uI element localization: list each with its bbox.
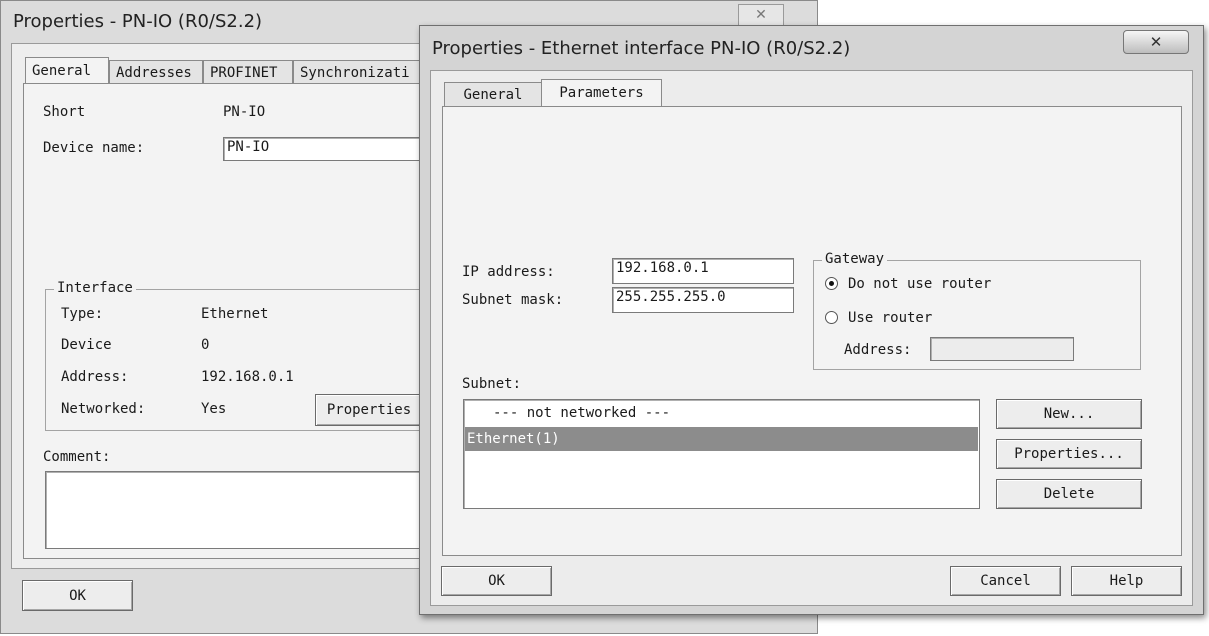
interface-legend: Interface <box>54 280 136 296</box>
subnet-item-not-networked[interactable]: --- not networked --- <box>465 401 978 425</box>
subnet-item-ethernet-1-label: Ethernet(1) <box>467 431 560 447</box>
use-router-radio[interactable] <box>825 311 838 324</box>
back-tab-profinet-label: PROFINET <box>210 64 278 81</box>
front-tab-general[interactable]: General <box>444 82 542 106</box>
radio-selected-dot <box>829 281 834 286</box>
device-name-field[interactable]: PN-IO <box>223 137 423 161</box>
help-button[interactable]: Help <box>1071 566 1182 596</box>
back-tab-addresses-label: Addresses <box>116 64 192 81</box>
front-tab-parameters[interactable]: Parameters <box>541 79 662 106</box>
ip-address-field[interactable]: 192.168.0.1 <box>612 258 794 284</box>
delete-subnet-button[interactable]: Delete <box>996 479 1142 509</box>
back-tab-addresses[interactable]: Addresses <box>109 60 203 84</box>
do-not-use-router-label[interactable]: Do not use router <box>848 276 991 292</box>
short-value: PN-IO <box>223 104 266 120</box>
subnet-label: Subnet: <box>462 376 522 392</box>
subnet-list[interactable]: --- not networked --- Ethernet(1) <box>463 399 980 509</box>
back-ok-button[interactable]: OK <box>22 580 133 611</box>
subnet-item-not-networked-label: --- not networked --- <box>493 405 671 421</box>
back-tab-profinet[interactable]: PROFINET <box>203 60 293 84</box>
back-tab-synchronization[interactable]: Synchronizati <box>293 60 423 84</box>
router-address-label: Address: <box>844 342 912 358</box>
short-label: Short <box>43 104 86 120</box>
front-window-close-icon[interactable]: ✕ <box>1123 30 1189 54</box>
front-tab-general-label: General <box>463 86 523 103</box>
subnet-properties-button[interactable]: Properties... <box>996 439 1142 469</box>
subnet-mask-field[interactable]: 255.255.255.0 <box>612 287 794 313</box>
ethernet-interface-properties-window: Properties - Ethernet interface PN-IO (R… <box>419 25 1204 615</box>
front-tab-parameters-label: Parameters <box>559 85 644 101</box>
networked-label: Networked: <box>61 401 146 417</box>
back-interface-properties-button[interactable]: Properties <box>315 394 423 426</box>
router-address-field[interactable] <box>930 337 1074 361</box>
back-tab-general-label: General <box>32 63 92 79</box>
subnet-item-ethernet-1[interactable]: Ethernet(1) <box>465 427 978 451</box>
device-label: Device <box>61 337 112 353</box>
front-window-title: Properties - Ethernet interface PN-IO (R… <box>432 38 851 59</box>
comment-textarea[interactable] <box>45 471 425 549</box>
comment-label: Comment: <box>43 449 111 465</box>
device-name-label: Device name: <box>43 140 145 156</box>
address-value: 192.168.0.1 <box>201 369 294 385</box>
back-window-title: Properties - PN-IO (R0/S2.2) <box>13 11 263 32</box>
device-value: 0 <box>201 337 210 353</box>
back-window-close-icon[interactable]: ✕ <box>738 4 784 26</box>
front-ok-button[interactable]: OK <box>441 566 552 596</box>
cancel-button[interactable]: Cancel <box>950 566 1061 596</box>
address-label: Address: <box>61 369 129 385</box>
back-tab-general[interactable]: General <box>25 57 109 84</box>
use-router-label[interactable]: Use router <box>848 310 932 326</box>
type-label: Type: <box>61 306 104 322</box>
subnet-mask-label: Subnet mask: <box>462 292 564 308</box>
networked-value: Yes <box>201 401 227 417</box>
type-value: Ethernet <box>201 306 269 322</box>
gateway-legend: Gateway <box>822 251 888 267</box>
do-not-use-router-radio[interactable] <box>825 277 838 290</box>
back-tab-synchronization-label: Synchronizati <box>300 64 410 81</box>
ip-address-label: IP address: <box>462 264 555 280</box>
new-subnet-button[interactable]: New... <box>996 399 1142 429</box>
